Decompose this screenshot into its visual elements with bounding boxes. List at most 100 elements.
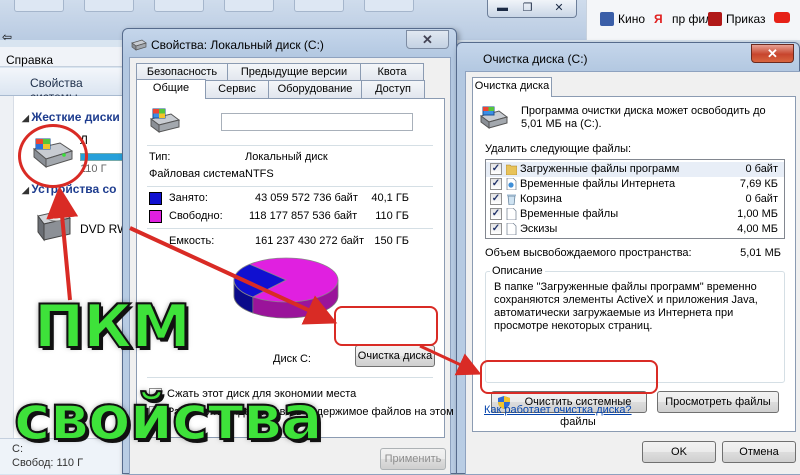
file-checkbox[interactable]: ✓	[490, 163, 502, 175]
filesystem-label: Файловая система:	[149, 168, 249, 180]
properties-title: Свойства: Локальный диск (C:)	[151, 38, 324, 52]
tab-general[interactable]: Общие	[136, 79, 206, 99]
background-tabs	[0, 0, 440, 14]
menu-bar: Справка	[0, 47, 130, 67]
disk-cleanup-button[interactable]: Очистка диска	[355, 345, 435, 367]
bookmark-kino-icon	[600, 12, 614, 26]
list-item[interactable]: ✓ Загруженные файлы программ 0 байт	[486, 162, 784, 177]
capacity-label: Емкость:	[169, 235, 215, 247]
bookmark-youtube[interactable]	[774, 12, 790, 23]
highlight-circle-drive	[18, 124, 88, 188]
drive-icon	[131, 39, 147, 51]
list-item[interactable]: ✓ Временные файлы Интернета 7,69 КБ	[486, 177, 784, 192]
highlight-system-files-button	[480, 360, 658, 394]
view-files-button[interactable]: Просмотреть файлы	[657, 391, 779, 413]
minimize-icon[interactable]: ▬	[490, 0, 515, 17]
list-item[interactable]: ✓ Временные файлы 1,00 МБ	[486, 207, 784, 222]
file-name: Эскизы	[520, 223, 558, 235]
disk-cleanup-window: Очистка диска (C:) ✕ Очистка диска Прогр…	[456, 42, 800, 475]
explorer-scrollbar[interactable]	[0, 96, 14, 474]
list-item[interactable]: ✓ Корзина 0 байт	[486, 192, 784, 207]
cleanup-file-list: ✓ Загруженные файлы программ 0 байт ✓ Вр…	[485, 159, 785, 239]
total-space-label: Объем высвобождаемого пространства:	[485, 247, 692, 259]
file-size: 4,00 МБ	[737, 223, 778, 235]
file-name: Временные файлы Интернета	[520, 178, 676, 190]
collapse-arrow-icon: ◢	[22, 113, 32, 123]
capacity-gb: 150 ГБ	[374, 235, 409, 247]
ok-button[interactable]: OK	[642, 441, 716, 463]
cleanup-intro: Программа очистки диска может освободить…	[521, 105, 766, 130]
used-color-swatch	[149, 192, 162, 205]
description-title: Описание	[492, 265, 543, 277]
bookmark-prikaz[interactable]: Приказ	[708, 12, 766, 26]
used-gb: 40,1 ГБ	[371, 192, 409, 204]
apply-button[interactable]: Применить	[380, 448, 446, 470]
type-label: Тип:	[149, 151, 171, 163]
file-checkbox[interactable]: ✓	[490, 178, 502, 190]
file-checkbox[interactable]: ✓	[490, 193, 502, 205]
recycle-bin-icon	[507, 194, 516, 205]
cleanup-title: Очистка диска (C:)	[483, 52, 588, 66]
hard-disks-section[interactable]: ◢ Жесткие диски	[22, 110, 120, 124]
internet-file-icon	[506, 178, 517, 190]
cleanup-close-button[interactable]: ✕	[751, 44, 794, 63]
cancel-button[interactable]: Отмена	[722, 441, 796, 463]
capacity-bytes: 161 237 430 272 байт	[255, 235, 364, 247]
how-cleanup-works-link[interactable]: Как работает очистка диска?	[484, 404, 632, 416]
back-arrow-icon[interactable]: ⇦	[2, 30, 12, 44]
highlight-cleanup-button	[334, 306, 438, 346]
status-free-label: Свобод	[12, 457, 51, 469]
description-text: В папке "Загруженные файлы программ" вре…	[494, 281, 758, 332]
free-color-swatch	[149, 210, 162, 223]
thumbnail-file-icon	[506, 223, 517, 235]
tab-hardware[interactable]: Оборудование	[268, 80, 362, 98]
overlay-properties-text: свойства	[13, 381, 324, 455]
close-icon: ✕	[422, 32, 433, 47]
delete-files-label: Удалить следующие файлы:	[485, 143, 632, 155]
total-space-value: 5,01 МБ	[740, 247, 781, 259]
type-value: Локальный диск	[245, 151, 328, 163]
tab-previous-versions[interactable]: Предыдущие версии	[227, 63, 361, 81]
bookmark-kino[interactable]: Кино	[600, 12, 645, 26]
tab-disk-cleanup[interactable]: Очистка диска	[472, 77, 552, 97]
file-size: 7,69 КБ	[739, 178, 778, 190]
free-bytes: 118 177 857 536 байт	[249, 210, 358, 222]
folder-icon	[506, 164, 517, 175]
bookmark-prikaz-icon	[708, 12, 722, 26]
close-icon[interactable]: ✕	[544, 0, 574, 17]
status-free-size: 110 Г	[56, 457, 84, 469]
free-label: Свободно:	[169, 210, 223, 222]
used-bytes: 43 059 572 736 байт	[255, 192, 358, 204]
yandex-icon: Я	[654, 12, 663, 26]
free-gb: 110 ГБ	[375, 210, 409, 222]
file-size: 0 байт	[745, 193, 778, 205]
file-name: Временные файлы	[520, 208, 619, 220]
cleanup-drive-icon	[479, 106, 509, 129]
tab-quota[interactable]: Квота	[360, 63, 424, 81]
used-label: Занято:	[169, 192, 208, 204]
drive-c-icon	[149, 108, 181, 133]
bookmark-film[interactable]: Япр фил	[654, 12, 712, 26]
cleanup-body: Очистка диска Программа очистки диска мо…	[465, 71, 800, 475]
properties-close-button[interactable]: ✕	[406, 30, 449, 49]
disk-c-label: Диск C:	[273, 353, 311, 365]
explorer-toolbar: Свойства системы	[0, 68, 130, 104]
list-item[interactable]: ✓ Эскизы 4,00 МБ	[486, 222, 784, 237]
file-checkbox[interactable]: ✓	[490, 223, 502, 235]
file-checkbox[interactable]: ✓	[490, 208, 502, 220]
tab-sharing[interactable]: Доступ	[361, 80, 425, 98]
file-name: Загруженные файлы программ	[520, 163, 680, 175]
drive-name-input[interactable]	[221, 113, 413, 131]
collapse-arrow-icon: ◢	[22, 185, 32, 195]
menu-help[interactable]: Справка	[6, 53, 53, 67]
filesystem-value: NTFS	[245, 168, 274, 180]
dvd-drive-icon[interactable]	[30, 206, 74, 246]
close-icon: ✕	[767, 46, 778, 61]
youtube-icon	[774, 12, 790, 23]
overlay-pkm-text: ПКМ	[33, 291, 192, 363]
background-window-controls: ▬ ❐ ✕	[487, 0, 577, 18]
tab-tools[interactable]: Сервис	[205, 80, 269, 98]
restore-icon[interactable]: ❐	[515, 0, 540, 17]
file-size: 0 байт	[745, 163, 778, 175]
file-name: Корзина	[520, 193, 562, 205]
